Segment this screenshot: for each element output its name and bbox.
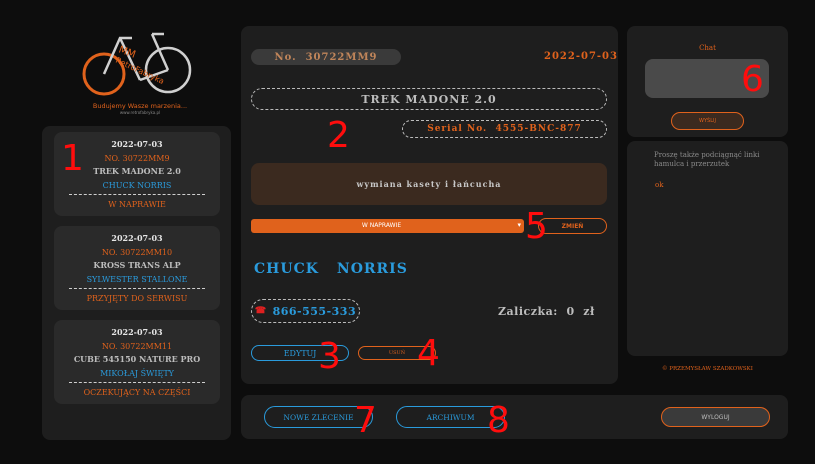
status-select[interactable]: W NAPRAWIE ▾ bbox=[251, 219, 524, 233]
order-client: SYLWESTER STALLONE bbox=[86, 274, 188, 284]
marker-8: 8 bbox=[487, 400, 510, 441]
bike-name-field: TREK MADONE 2.0 bbox=[251, 88, 607, 110]
marker-5: 5 bbox=[525, 206, 548, 247]
marker-7: 7 bbox=[354, 400, 377, 441]
order-card-2[interactable]: 2022-07-03 NO. 30722MM10 KROSS TRANS ALP… bbox=[54, 226, 220, 310]
chevron-down-icon: ▾ bbox=[517, 221, 521, 229]
change-status-button[interactable]: ZMIEŃ bbox=[538, 218, 607, 234]
logout-button[interactable]: WYLOGUJ bbox=[661, 407, 770, 427]
order-bike: CUBE 545150 NATURE PRO bbox=[73, 354, 201, 364]
marker-6: 6 bbox=[741, 59, 764, 100]
order-date: 2022-07-03 bbox=[111, 233, 163, 243]
order-date: 2022-07-03 bbox=[111, 327, 163, 337]
bike-logo-icon: MM RetroFabryka bbox=[82, 32, 192, 96]
logo: MM RetroFabryka Budujemy Wasze marzenia.… bbox=[80, 30, 200, 115]
order-client: MIKOŁAJ ŚWIĘTY bbox=[100, 368, 174, 378]
send-button[interactable]: WYŚLIJ bbox=[671, 112, 744, 130]
order-card-3[interactable]: 2022-07-03 NO. 30722MM11 CUBE 545150 NAT… bbox=[54, 320, 220, 404]
marker-1: 1 bbox=[61, 138, 84, 179]
order-number: NO. 30722MM10 bbox=[101, 247, 173, 257]
logo-url: www.retrofabryka.pl bbox=[119, 110, 161, 115]
order-detail-panel bbox=[241, 26, 618, 384]
order-bike: KROSS TRANS ALP bbox=[93, 260, 181, 270]
order-client: CHUCK NORRIS bbox=[102, 180, 172, 190]
marker-4: 4 bbox=[417, 333, 440, 374]
messages-panel bbox=[627, 141, 788, 356]
marker-2: 2 bbox=[327, 115, 350, 156]
phone-field[interactable]: ☎ 866-555-333 bbox=[251, 299, 360, 323]
order-status: W NAPRAWIE bbox=[108, 200, 166, 209]
copyright: © PRZEMYSŁAW SZADKOWSKI bbox=[662, 366, 753, 372]
logo-tagline: Budujemy Wasze marzenia... bbox=[92, 102, 188, 110]
marker-3: 3 bbox=[318, 336, 341, 377]
description-box: wymiana kasety i łańcucha bbox=[251, 163, 607, 205]
divider bbox=[69, 194, 205, 195]
order-date: 2022-07-03 bbox=[544, 51, 618, 62]
order-status: PRZYJĘTY DO SERWISU bbox=[86, 294, 188, 303]
chat-title: Chat bbox=[699, 44, 716, 52]
order-number-badge: No. 30722MM9 bbox=[251, 49, 401, 65]
client-name: CHUCK NORRIS bbox=[254, 261, 408, 277]
deposit-info: Zaliczka: 0 zł bbox=[498, 305, 595, 318]
order-number: 30722MM9 bbox=[305, 51, 378, 63]
order-status: OCZEKUJĄCY NA CZĘŚCI bbox=[83, 388, 191, 397]
divider bbox=[69, 382, 205, 383]
order-number: NO. 30722MM11 bbox=[101, 341, 173, 351]
chat-message: Proszę także podciągnąć linki hamulca i … bbox=[654, 151, 760, 168]
phone-icon: ☎ bbox=[254, 306, 267, 316]
divider bbox=[69, 288, 205, 289]
serial-number-field: Serial No. 4555-BNC-877 bbox=[402, 120, 607, 138]
chat-reply: ok bbox=[655, 181, 664, 189]
